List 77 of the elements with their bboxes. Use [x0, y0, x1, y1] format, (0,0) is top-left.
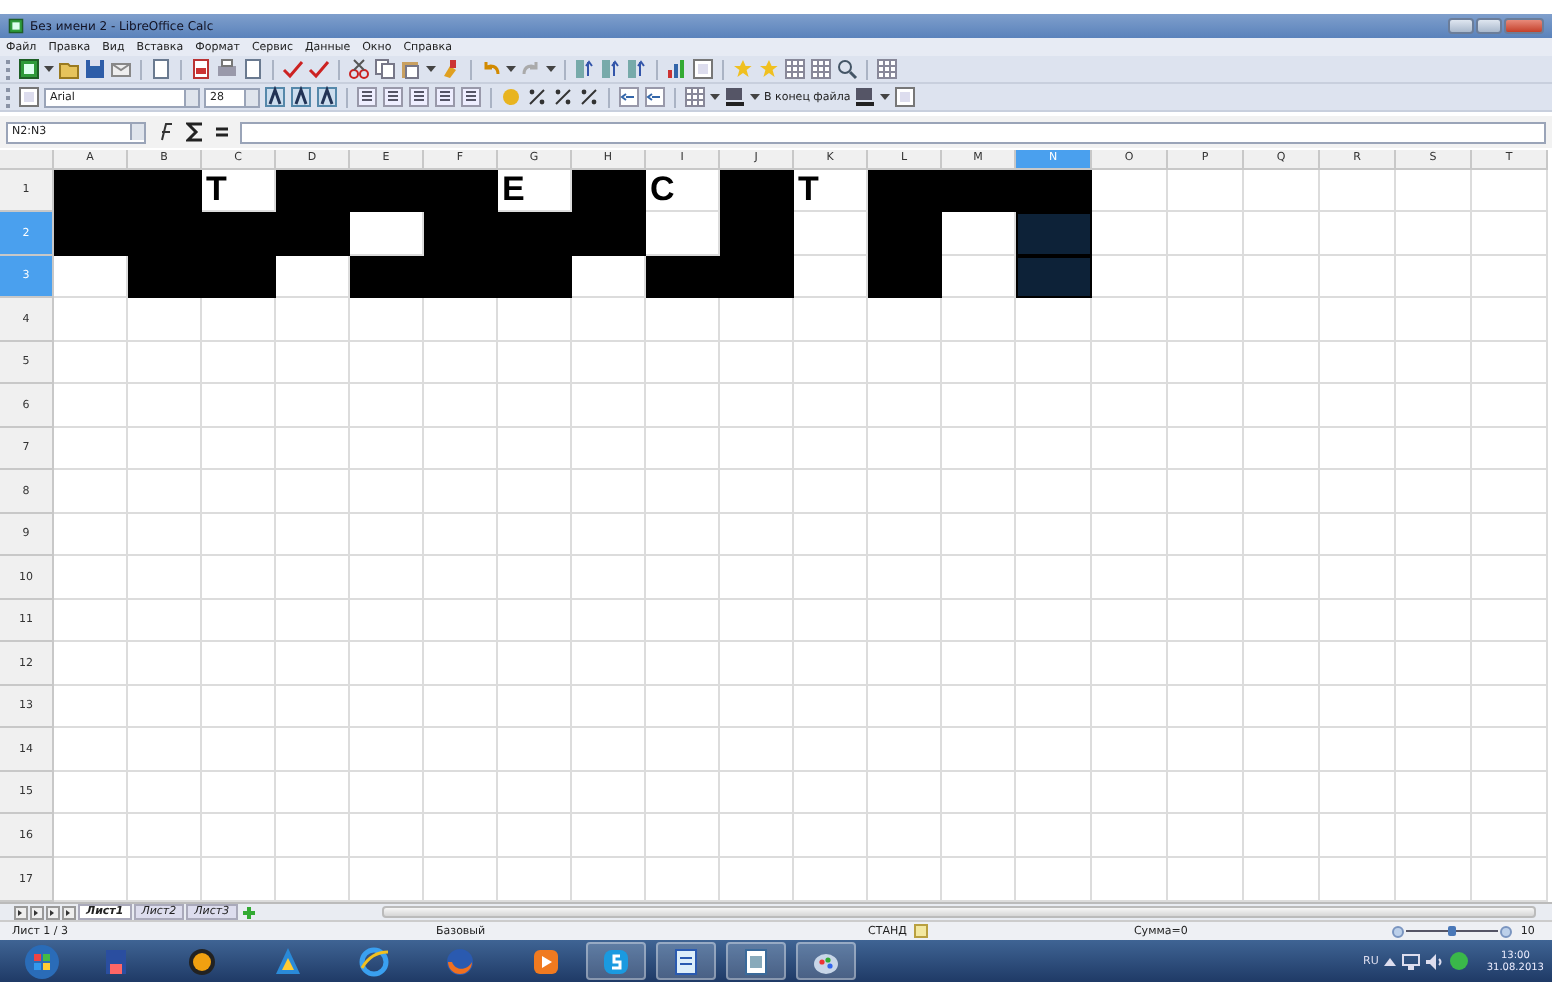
- start-button[interactable]: [24, 943, 60, 979]
- function-wizard-icon[interactable]: [156, 122, 176, 142]
- document-app-icon[interactable]: [740, 945, 772, 977]
- spreadsheet-icon[interactable]: [18, 58, 40, 80]
- document-modified-icon: [914, 924, 929, 938]
- add-sheet-icon[interactable]: [239, 905, 258, 919]
- align-icon[interactable]: [356, 86, 378, 108]
- table-cell[interactable]: [868, 256, 942, 298]
- speaker-icon[interactable]: [1426, 953, 1445, 969]
- styles-icon[interactable]: [894, 86, 917, 108]
- tab-scroll-button[interactable]: [30, 905, 44, 919]
- tray-arrow-icon[interactable]: [1384, 955, 1397, 967]
- chart-icon[interactable]: [666, 58, 688, 80]
- minimize-button[interactable]: [1448, 18, 1474, 34]
- maximize-button[interactable]: [1476, 18, 1502, 34]
- clipboard-icon[interactable]: [400, 58, 422, 80]
- copy-icon[interactable]: [374, 58, 396, 80]
- grid-icon[interactable]: [810, 58, 832, 80]
- table-cell[interactable]: [1016, 256, 1092, 298]
- browser-icon[interactable]: [358, 945, 390, 977]
- fill-color-icon[interactable]: [854, 86, 877, 108]
- triangle-icon[interactable]: [272, 945, 304, 977]
- select-all-corner[interactable]: [0, 150, 54, 170]
- network-icon[interactable]: [1402, 953, 1421, 969]
- sort-icon[interactable]: [574, 58, 596, 80]
- brush-icon[interactable]: [440, 58, 462, 80]
- indent-icon[interactable]: [618, 86, 640, 108]
- align-icon[interactable]: [460, 86, 482, 108]
- percent-icon[interactable]: [552, 86, 574, 108]
- fill-color-icon[interactable]: [724, 86, 746, 108]
- equals-icon[interactable]: [214, 122, 230, 142]
- styles-icon[interactable]: [692, 58, 714, 80]
- page-icon[interactable]: [242, 58, 264, 80]
- table-cell[interactable]: [350, 256, 424, 298]
- floppy-icon[interactable]: [100, 945, 132, 977]
- page-icon[interactable]: [150, 58, 172, 80]
- spellcheck-icon[interactable]: [282, 58, 304, 80]
- table-cell[interactable]: [646, 256, 720, 298]
- table-cell[interactable]: [1016, 212, 1092, 256]
- bold-icon[interactable]: [290, 86, 312, 108]
- sort-icon[interactable]: [626, 58, 648, 80]
- search-icon[interactable]: [836, 58, 858, 80]
- star-icon[interactable]: [758, 58, 780, 80]
- indent-icon[interactable]: [644, 86, 666, 108]
- envelope-icon[interactable]: [110, 58, 132, 80]
- align-icon[interactable]: [434, 86, 456, 108]
- table-cell[interactable]: [1016, 170, 1092, 212]
- bold-icon[interactable]: [316, 86, 338, 108]
- scissors-icon[interactable]: [348, 58, 370, 80]
- grid-icon[interactable]: [784, 58, 806, 80]
- table-cell[interactable]: [720, 170, 794, 212]
- tab-scroll-button[interactable]: [62, 905, 76, 919]
- table-cell[interactable]: [572, 170, 646, 212]
- align-icon[interactable]: [408, 86, 430, 108]
- grid-icon[interactable]: [684, 86, 706, 108]
- align-icon[interactable]: [382, 86, 404, 108]
- formula-input-field[interactable]: [240, 121, 1546, 143]
- sort-icon[interactable]: [600, 58, 622, 80]
- document-app-icon[interactable]: [670, 945, 702, 977]
- spellcheck-icon[interactable]: [308, 58, 330, 80]
- printer-icon[interactable]: [216, 58, 238, 80]
- percent-icon[interactable]: [526, 86, 548, 108]
- status-dot-icon[interactable]: [1450, 952, 1469, 970]
- tab-scroll-button[interactable]: [46, 905, 60, 919]
- play-icon[interactable]: [530, 945, 562, 977]
- bold-icon[interactable]: [264, 86, 286, 108]
- star-icon[interactable]: [732, 58, 754, 80]
- horizontal-scrollbar[interactable]: [381, 906, 1536, 918]
- circle-app-icon[interactable]: [186, 945, 218, 977]
- percent-icon[interactable]: [578, 86, 600, 108]
- close-button[interactable]: [1504, 18, 1544, 34]
- sum-icon[interactable]: [186, 122, 204, 142]
- pdf-icon[interactable]: [190, 58, 212, 80]
- spreadsheet-icon: [8, 18, 24, 34]
- tab-scroll-button[interactable]: [14, 905, 28, 919]
- styles-icon[interactable]: [18, 86, 40, 108]
- zoom-slider[interactable]: [1392, 923, 1513, 939]
